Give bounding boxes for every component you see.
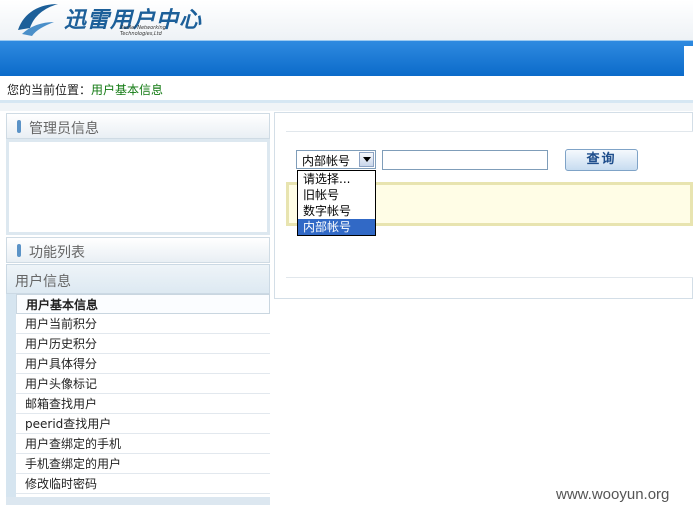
account-search-input[interactable]	[382, 150, 548, 170]
menu-item-user-current-points[interactable]: 用户当前积分	[16, 314, 270, 334]
account-type-value: 内部帐号	[302, 154, 351, 168]
menu-item-find-by-peerid[interactable]: peerid查找用户	[16, 414, 270, 434]
account-type-dropdown: 请选择... 旧帐号 数字帐号 内部帐号	[297, 170, 376, 236]
breadcrumb-label: 您的当前位置：	[7, 83, 92, 97]
function-list-header: 功能列表	[6, 237, 270, 263]
account-type-select[interactable]: 内部帐号	[296, 150, 376, 169]
menu-item-user-basic-info[interactable]: 用户基本信息	[16, 294, 270, 314]
user-info-group-title: 用户信息	[15, 274, 71, 290]
breadcrumb: 您的当前位置： 用户基本信息	[0, 76, 693, 103]
menu-item-change-temp-password[interactable]: 修改临时密码	[16, 474, 270, 494]
function-menu: 用户基本信息 用户当前积分 用户历史积分 用户具体得分 用户头像标记 邮箱查找用…	[16, 294, 270, 494]
breadcrumb-current[interactable]: 用户基本信息	[91, 81, 163, 98]
admin-info-header: 管理员信息	[6, 113, 270, 139]
chevron-down-icon[interactable]	[359, 152, 374, 167]
menu-item-find-by-email[interactable]: 邮箱查找用户	[16, 394, 270, 414]
dropdown-option-old-account[interactable]: 旧帐号	[298, 187, 375, 203]
admin-info-title: 管理员信息	[29, 121, 99, 137]
function-list-title: 功能列表	[29, 245, 85, 261]
bullet-icon	[17, 120, 21, 133]
logo-swoosh-icon	[18, 4, 58, 36]
nav-bar-notch	[684, 46, 693, 76]
menu-item-user-score-detail[interactable]: 用户具体得分	[16, 354, 270, 374]
nav-bar	[0, 40, 693, 77]
query-button[interactable]: 查询	[565, 149, 638, 171]
dropdown-option-please-select[interactable]: 请选择...	[298, 171, 375, 187]
menu-item-user-history-points[interactable]: 用户历史积分	[16, 334, 270, 354]
dropdown-option-internal-account[interactable]: 内部帐号	[298, 219, 375, 235]
bullet-icon	[17, 244, 21, 257]
header: 迅雷用户中心 Xunlei Networking Technologies,Lt…	[0, 0, 693, 40]
menu-rail	[6, 294, 16, 505]
user-info-group-header[interactable]: 用户信息	[6, 264, 270, 294]
logo[interactable]: 迅雷用户中心 Xunlei Networking Technologies,Lt…	[14, 0, 204, 40]
admin-info-panel	[6, 139, 270, 235]
dropdown-option-numeric-account[interactable]: 数字帐号	[298, 203, 375, 219]
menu-item-user-bound-phone[interactable]: 用户查绑定的手机	[16, 434, 270, 454]
sidebar-footer	[6, 497, 270, 505]
watermark: www.wooyun.org	[556, 486, 670, 503]
divider	[0, 103, 693, 111]
logo-subtitle: Xunlei Networking Technologies,Ltd	[120, 25, 166, 37]
menu-item-user-avatar-mark[interactable]: 用户头像标记	[16, 374, 270, 394]
menu-item-phone-bound-user[interactable]: 手机查绑定的用户	[16, 454, 270, 474]
